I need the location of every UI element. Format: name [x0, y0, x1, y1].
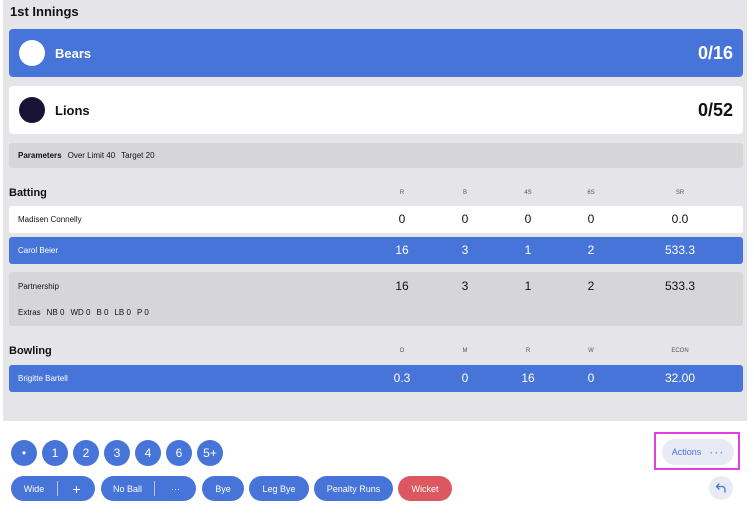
run-6-button[interactable]: 6 — [166, 440, 192, 466]
team-card-lions[interactable]: Lions 0/52 — [9, 86, 743, 134]
fours-value: 1 — [524, 243, 532, 257]
column-header: R — [399, 190, 405, 196]
wicket-button[interactable]: Wicket — [398, 476, 452, 501]
column-header: O — [399, 348, 405, 354]
strike-rate-value: 533.3 — [664, 243, 696, 257]
runs-value: 16 — [521, 371, 535, 385]
balls-value: 3 — [461, 279, 469, 293]
bye-button[interactable]: Bye — [202, 476, 244, 501]
leg-bye-button[interactable]: Leg Bye — [249, 476, 309, 501]
partnership-label: Partnership — [18, 282, 59, 291]
undo-button[interactable] — [709, 476, 733, 500]
run-1-button[interactable]: 1 — [42, 440, 68, 466]
batting-header: Batting R B 4S 6S SR — [9, 187, 743, 203]
fours-value: 1 — [524, 279, 532, 293]
extras-wd: WD 0 — [70, 308, 91, 317]
no-ball-more-button[interactable]: ··· — [155, 476, 196, 501]
no-ball-button[interactable]: No Ball — [101, 476, 154, 501]
team-score: 0/16 — [697, 42, 733, 63]
run-3-button[interactable]: 3 — [104, 440, 130, 466]
column-header: R — [525, 348, 531, 354]
actions-button[interactable]: Actions ··· — [662, 439, 734, 465]
extras-summary: Extras NB 0 WD 0 B 0 LB 0 P 0 — [18, 308, 149, 317]
target: Target 20 — [121, 151, 155, 160]
column-header: 4S — [524, 190, 532, 196]
column-header: W — [588, 348, 594, 354]
batter-row[interactable]: Madisen Connelly 0 0 0 0 0.0 — [9, 206, 743, 233]
runs-value: 16 — [395, 279, 409, 293]
bowling-title: Bowling — [9, 345, 52, 357]
fours-value: 0 — [524, 212, 532, 226]
dot-ball-button[interactable]: • — [11, 440, 37, 466]
strike-rate-value: 0.0 — [671, 212, 689, 226]
wide-button[interactable]: Wide — [11, 476, 57, 501]
balls-value: 0 — [461, 212, 469, 226]
penalty-runs-button[interactable]: Penalty Runs — [314, 476, 393, 501]
column-header: M — [462, 348, 468, 354]
column-header: 6S — [587, 190, 595, 196]
batter-name: Madisen Connelly — [18, 215, 82, 224]
extras-label: Extras — [18, 308, 41, 317]
bowler-name: Brigitte Bartell — [18, 374, 68, 383]
run-5-plus-button[interactable]: 5+ — [197, 440, 223, 466]
batter-row-active[interactable]: Carol Beier 16 3 1 2 533.3 — [9, 237, 743, 264]
overs-value: 0.3 — [393, 371, 411, 385]
no-ball-button-group: No Ball ··· — [101, 476, 196, 501]
wickets-value: 0 — [587, 371, 595, 385]
batter-name: Carol Beier — [18, 246, 59, 255]
bowler-row[interactable]: Brigitte Bartell 0.3 0 16 0 32.00 — [9, 365, 743, 392]
column-header: B — [462, 190, 467, 196]
balls-value: 3 — [461, 243, 469, 257]
extras-p: P 0 — [136, 308, 149, 317]
parameters-label: Parameters — [18, 151, 62, 160]
team-logo — [19, 40, 45, 66]
team-card-bears[interactable]: Bears 0/16 — [9, 29, 743, 77]
extras-b: B 0 — [96, 308, 109, 317]
sixes-value: 2 — [587, 243, 595, 257]
runs-value: 0 — [398, 212, 406, 226]
innings-title: 1st Innings — [10, 4, 79, 19]
over-limit: Over Limit 40 — [67, 151, 116, 160]
wide-plus-button[interactable]: + — [58, 476, 95, 501]
more-icon: ··· — [709, 445, 725, 459]
team-score: 0/52 — [697, 99, 733, 120]
sixes-value: 0 — [587, 212, 595, 226]
partnership-row: Partnership 16 3 1 2 533.3 Extras NB 0 W… — [9, 272, 743, 326]
wide-button-group: Wide + — [11, 476, 95, 501]
actions-label: Actions — [671, 447, 702, 457]
sixes-value: 2 — [587, 279, 595, 293]
team-name: Lions — [55, 102, 90, 118]
extras-nb: NB 0 — [46, 308, 65, 317]
economy-value: 32.00 — [664, 371, 696, 385]
extras-lb: LB 0 — [114, 308, 131, 317]
team-logo — [19, 97, 45, 123]
strike-rate-value: 533.3 — [664, 279, 696, 293]
match-parameters: Parameters Over Limit 40 Target 20 — [9, 143, 743, 168]
team-name: Bears — [55, 45, 92, 61]
run-2-button[interactable]: 2 — [73, 440, 99, 466]
column-header: SR — [675, 190, 685, 196]
bowling-header: Bowling O M R W ECON — [9, 345, 743, 361]
scorecard-panel: 1st Innings Bears 0/16 Lions 0/52 Parame… — [3, 0, 747, 421]
run-4-button[interactable]: 4 — [135, 440, 161, 466]
batting-title: Batting — [9, 187, 47, 199]
runs-value: 16 — [395, 243, 409, 257]
undo-icon — [715, 483, 726, 493]
column-header: ECON — [671, 348, 689, 354]
maidens-value: 0 — [461, 371, 469, 385]
